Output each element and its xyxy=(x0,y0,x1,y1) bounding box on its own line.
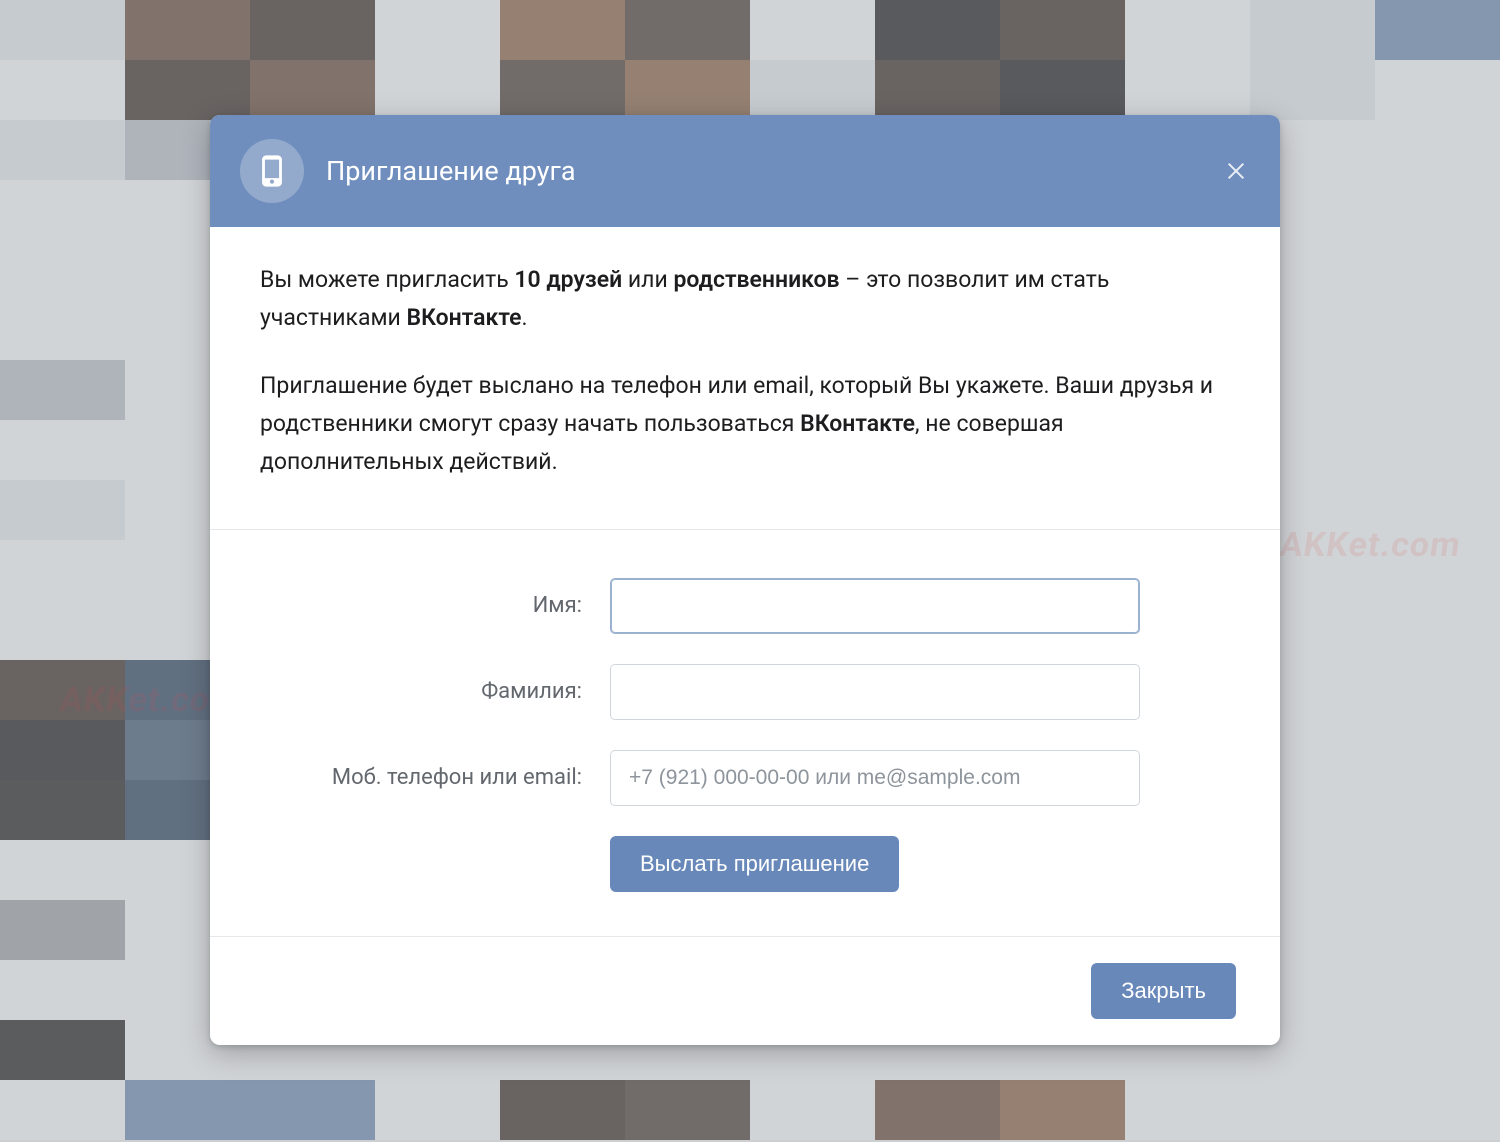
text-bold: ВКонтакте xyxy=(407,304,522,331)
dialog-header: Приглашение друга xyxy=(210,115,1280,227)
close-footer-button[interactable]: Закрыть xyxy=(1091,963,1236,1019)
contact-input[interactable] xyxy=(610,750,1140,806)
dialog-title: Приглашение друга xyxy=(326,155,576,187)
surname-label: Фамилия: xyxy=(260,679,610,704)
close-button[interactable] xyxy=(1218,153,1254,189)
dialog-intro: Вы можете пригласить 10 друзей или родст… xyxy=(210,227,1280,519)
text: . xyxy=(521,304,527,331)
surname-input[interactable] xyxy=(610,664,1140,720)
send-invite-button[interactable]: Выслать приглашение xyxy=(610,836,899,892)
phone-icon xyxy=(240,139,304,203)
text-bold: ВКонтакте xyxy=(800,410,915,437)
text-bold: 10 друзей xyxy=(514,266,622,293)
name-label: Имя: xyxy=(260,593,610,618)
text: Вы можете пригласить xyxy=(260,266,514,293)
intro-line-2: Приглашение будет выслано на телефон или… xyxy=(260,367,1230,481)
contact-label: Моб. телефон или email: xyxy=(260,765,610,790)
invite-form: Имя: Фамилия: Моб. телефон или email: Вы… xyxy=(210,530,1280,936)
page-backdrop: AKKet.com AKKet.com AKKet.com AKKet.com … xyxy=(0,0,1500,1142)
name-input[interactable] xyxy=(610,578,1140,634)
invite-friend-dialog: Приглашение друга Вы можете пригласить 1… xyxy=(210,115,1280,1045)
text: Приглашение будет выслано на телефон или… xyxy=(260,372,1213,437)
dialog-footer: Закрыть xyxy=(210,936,1280,1045)
intro-line-1: Вы можете пригласить 10 друзей или родст… xyxy=(260,261,1230,337)
text-bold: родственников xyxy=(673,266,839,293)
text: или xyxy=(622,266,673,293)
